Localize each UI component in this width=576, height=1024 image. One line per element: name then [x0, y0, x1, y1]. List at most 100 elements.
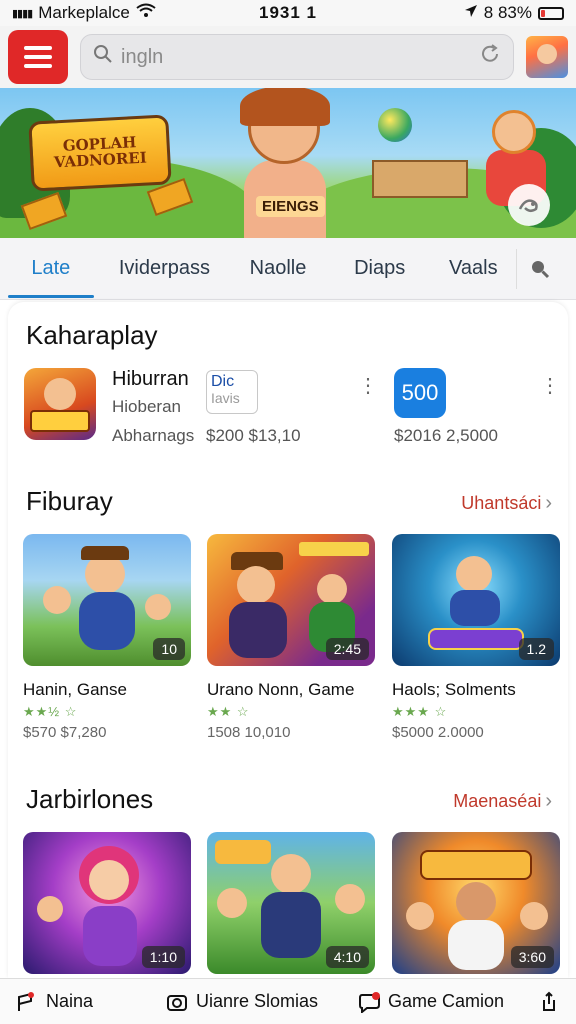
avatar[interactable]	[526, 36, 568, 78]
chevron-right-icon: ›	[545, 790, 552, 812]
banner-badge: EIENGS	[256, 196, 325, 217]
main-content: Kaharaplay Hiburran Hioberan Abharnags D…	[8, 302, 568, 978]
search-input[interactable]	[121, 45, 471, 69]
tab-vaals[interactable]: Vaals	[430, 238, 516, 300]
status-bar: ▮▮▮▮ Markeplalce 1931 1 8 83%	[0, 0, 576, 26]
game-card-image: 3:60	[392, 832, 560, 974]
game-card[interactable]: 1.2 Haols; Solments ★★★ ☆ $5000 2.0000	[392, 534, 560, 741]
character-figure	[145, 594, 171, 620]
featured-name[interactable]: Hiburran	[112, 368, 189, 391]
brand-logo[interactable]: Dic Iavis	[206, 370, 258, 414]
character-figure	[85, 554, 125, 594]
nav-item-share[interactable]	[538, 991, 560, 1013]
character-figure	[89, 860, 129, 900]
thumbnail-logo	[30, 410, 90, 432]
search-bar[interactable]	[80, 34, 514, 80]
nav-item-slomias[interactable]: Uianre Slomias	[166, 991, 358, 1013]
game-count-badge: 10	[153, 638, 185, 660]
game-logo: GOPLAH VADNOREI	[28, 114, 172, 192]
play-icon[interactable]	[508, 184, 550, 226]
clock: 1931 1	[259, 3, 317, 22]
points-tile[interactable]: 500	[394, 368, 446, 418]
game-card[interactable]: 10 Hanin, Ganse ★★½ ☆ $570 $7,280	[23, 534, 191, 741]
game-logo-text: GOPLAH VADNOREI	[53, 133, 148, 172]
game-count-badge: 1.2	[518, 638, 554, 660]
tab-ividerpass[interactable]: Ividerpass	[102, 238, 228, 300]
share-icon	[538, 991, 560, 1013]
more-options-icon[interactable]: ⋮	[358, 376, 378, 396]
nav-label: Uianre Slomias	[196, 991, 319, 1011]
character-figure	[217, 888, 247, 918]
brand-logo-line2: Iavis	[211, 389, 240, 406]
game-prices: $570 $7,280	[23, 724, 107, 741]
nav-item-naina[interactable]: Naina	[16, 991, 166, 1013]
game-count-badge: 3:60	[510, 946, 554, 968]
game-card[interactable]: 2:45 Urano Nonn, Game ★★ ☆ 1508 10,010	[207, 534, 375, 741]
hero-banner[interactable]: GOPLAH VADNOREI EIENGS	[0, 88, 576, 238]
featured-subtitle: Hioberan	[112, 397, 181, 416]
rating-stars: ★★ ☆	[207, 704, 250, 719]
refresh-icon[interactable]	[479, 43, 501, 71]
see-all-label: Uhantsáci	[461, 493, 542, 513]
character-figure	[261, 892, 321, 958]
featured-meta: Abharnags	[112, 426, 195, 445]
tab-search-icon[interactable]	[516, 248, 562, 289]
character-figure	[448, 920, 504, 970]
search-icon	[93, 44, 113, 70]
see-all-link[interactable]: Maenaséai ›	[453, 790, 552, 813]
nav-item-game-camion[interactable]: Game Camion	[358, 991, 536, 1014]
flag-icon	[16, 991, 38, 1013]
game-title-banner	[420, 850, 532, 880]
character-figure	[456, 882, 496, 922]
game-title: Hanin, Ganse	[23, 680, 127, 699]
tab-late[interactable]: Late	[0, 238, 102, 300]
brand-logo-line1: Dic	[211, 373, 235, 390]
bottom-navigation: Naina Uianre Slomias Game Camion	[0, 978, 576, 1024]
character-figure	[456, 556, 492, 592]
game-card[interactable]: 3:60	[392, 832, 560, 974]
game-title-banner	[299, 542, 369, 556]
game-count-badge: 2:45	[325, 638, 369, 660]
battery-icon	[538, 6, 564, 20]
character-figure	[229, 602, 287, 658]
game-card-image: 2:45	[207, 534, 375, 666]
camera-icon	[166, 991, 188, 1013]
section-title: Fiburay	[26, 486, 113, 516]
character-figure	[37, 896, 63, 922]
character-figure	[79, 592, 135, 650]
chat-icon	[358, 991, 380, 1014]
thumbnail-face	[44, 378, 76, 410]
character-hair	[240, 88, 330, 126]
game-card[interactable]: 1:10	[23, 832, 191, 974]
rating-stars: ★★★ ☆	[392, 704, 448, 719]
game-card[interactable]: 4:10	[207, 832, 375, 974]
tab-naolle[interactable]: Naolle	[227, 238, 329, 300]
points-meta: $2016 2,5000	[394, 426, 498, 445]
game-title: Haols; Solments	[392, 680, 516, 699]
game-card-image: 1:10	[23, 832, 191, 974]
character-figure	[317, 574, 347, 604]
game-card-image: 10	[23, 534, 191, 666]
game-prices: $5000 2.0000	[392, 724, 484, 741]
balloon-decoration	[378, 108, 412, 142]
hamburger-icon-bar	[24, 46, 52, 50]
character-figure	[237, 566, 275, 604]
featured-price: $200 $13,10	[206, 426, 301, 445]
see-all-link[interactable]: Uhantsáci ›	[461, 492, 552, 515]
see-all-label: Maenaséai	[453, 791, 542, 811]
tab-diaps[interactable]: Diaps	[329, 238, 431, 300]
character-figure	[520, 902, 548, 930]
category-tabs: Late Ividerpass Naolle Diaps Vaals	[0, 238, 576, 300]
banner-house	[372, 160, 468, 198]
game-card-image: 4:10	[207, 832, 375, 974]
featured-thumbnail[interactable]	[24, 368, 96, 440]
chevron-right-icon: ›	[545, 492, 552, 514]
character-figure	[335, 884, 365, 914]
rating-stars: ★★½ ☆	[23, 704, 78, 719]
menu-button[interactable]	[8, 30, 68, 84]
character-figure	[450, 590, 500, 626]
game-prices: 1508 10,010	[207, 724, 291, 741]
featured-info: Hiburran Hioberan	[112, 368, 189, 417]
section-title: Jarbirlones	[26, 784, 154, 814]
more-options-icon[interactable]: ⋮	[540, 376, 560, 396]
